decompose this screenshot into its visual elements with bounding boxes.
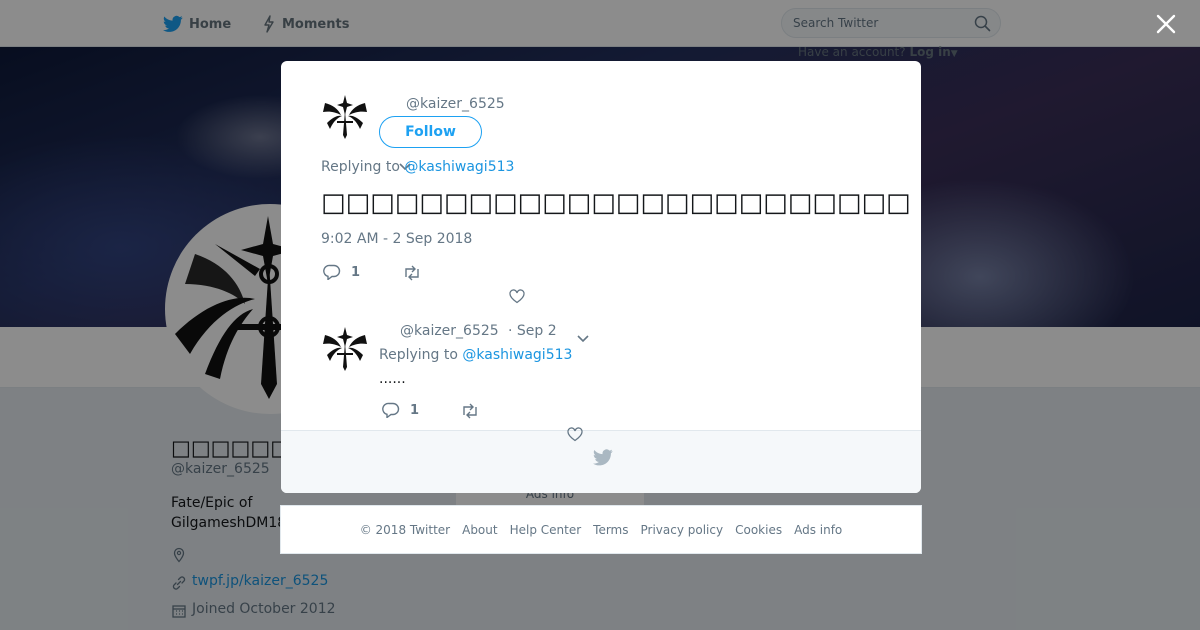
reply-reply-count: 1 — [410, 402, 420, 418]
twitter-bird-icon — [593, 449, 613, 470]
tweet-text: □□□□□□□□□□□□□□□□□□□□□□□□□□□□□□□□□ — [321, 188, 911, 218]
retweet-icon[interactable] — [402, 265, 422, 285]
reply-icon — [323, 264, 341, 280]
like-icon[interactable] — [567, 427, 583, 446]
tweet-author-handle[interactable]: @kaizer_6525 — [406, 96, 505, 112]
reply-replying-to: Replying to @kashiwagi513 — [379, 347, 572, 363]
cross-emblem-icon — [323, 327, 367, 371]
chevron-down-icon[interactable] — [577, 328, 589, 347]
reply-text: ...... — [379, 371, 406, 387]
reply-icon — [382, 402, 400, 418]
footer-link-help-center[interactable]: Help Center — [510, 523, 582, 537]
like-icon[interactable] — [509, 289, 525, 308]
footer-link-cookies[interactable]: Cookies — [735, 523, 782, 537]
cross-emblem-icon — [323, 95, 367, 139]
reply-author-handle[interactable]: @kaizer_6525 — [400, 323, 499, 339]
reply-author-avatar[interactable] — [321, 325, 369, 373]
reply-replying-to-prefix: Replying to — [379, 347, 458, 363]
reply-date[interactable]: · Sep 2 — [508, 323, 557, 339]
footer-link-about[interactable]: About — [462, 523, 497, 537]
modal-footer — [281, 430, 921, 493]
follow-button[interactable]: Follow — [379, 116, 482, 148]
replying-to-handle-link[interactable]: @kashiwagi513 — [404, 159, 514, 175]
footer-link-privacy-policy[interactable]: Privacy policy — [641, 523, 724, 537]
reply-action[interactable]: 1 — [323, 264, 360, 280]
reply-count: 1 — [351, 264, 361, 280]
replying-to: Replying to @kashiwagi513 — [321, 159, 514, 175]
footer-link-terms[interactable]: Terms — [593, 523, 628, 537]
footer-link-ads-info[interactable]: Ads info — [794, 523, 842, 537]
retweet-icon[interactable] — [460, 403, 480, 423]
tweet-timestamp[interactable]: 9:02 AM - 2 Sep 2018 — [321, 231, 472, 247]
reply-replying-to-handle-link[interactable]: @kashiwagi513 — [462, 347, 572, 363]
tweet-author-avatar[interactable] — [321, 93, 369, 141]
tweet-permalink-modal: @kaizer_6525 Follow Replying to @kashiwa… — [281, 61, 921, 493]
close-icon[interactable] — [1154, 12, 1178, 36]
reply-reply-action[interactable]: 1 — [382, 402, 419, 418]
footer-copyright: © 2018 Twitter — [359, 522, 451, 537]
page-footer: © 2018 Twitter About Help Center Terms P… — [280, 505, 922, 554]
replying-to-prefix: Replying to — [321, 159, 400, 175]
